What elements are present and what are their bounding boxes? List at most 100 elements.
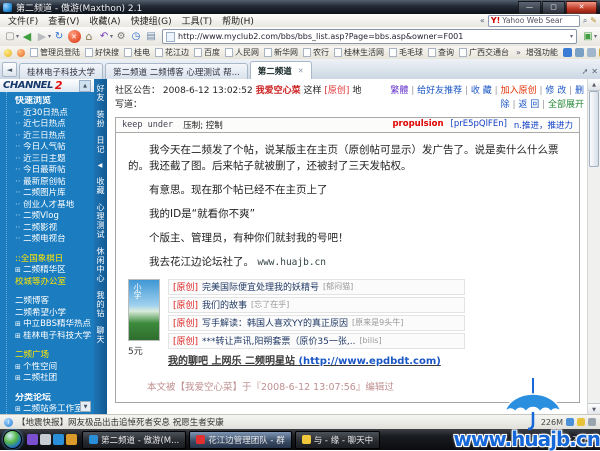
tab-close-icon[interactable]: ✕	[298, 67, 304, 75]
quick-launch-icon[interactable]	[53, 434, 64, 445]
post-author[interactable]: 我爱空心菜	[256, 86, 301, 96]
plugin-icon[interactable]	[586, 48, 596, 57]
sidebar-item[interactable]: 二频影视	[15, 223, 92, 235]
tray-network-icon[interactable]	[542, 435, 551, 444]
sidebar-item[interactable]: 二频图片库	[15, 188, 92, 200]
menu-item[interactable]: 收藏(A)	[84, 14, 125, 27]
panel-tab[interactable]: 收藏	[95, 177, 106, 195]
sidebar-item[interactable]: 近30日热点	[15, 108, 92, 120]
panels-icon[interactable]: ▤	[144, 29, 158, 44]
menu-item[interactable]: 工具(T)	[177, 14, 218, 27]
back-icon[interactable]: ◀	[20, 29, 34, 44]
taskbar-clock[interactable]: 6:24 PM	[565, 435, 595, 444]
sidebar-item[interactable]: 近三日热点	[15, 131, 92, 143]
vertical-scrollbar[interactable]: ▲ ▼	[587, 79, 600, 415]
stop-icon[interactable]: ✕	[67, 30, 81, 43]
panel-tab[interactable]: 装扮	[95, 110, 106, 128]
tab-guilin-university[interactable]: 桂林电子科技大学	[19, 63, 104, 79]
close-tab-icon[interactable]: ✕	[591, 67, 598, 76]
task-button[interactable]: 第二频道 - 傲游(M...	[82, 430, 187, 449]
tab-scroll-left-icon[interactable]: ◄	[2, 62, 17, 77]
home-icon[interactable]: ⌂	[82, 29, 96, 44]
task-button[interactable]: 与 - 缘 - 聊天中	[294, 430, 381, 449]
undo-icon[interactable]: ↶	[97, 29, 111, 44]
tools-icon[interactable]: ⚙	[114, 29, 128, 44]
bookmark-item[interactable]: 人民网	[225, 47, 259, 58]
quick-launch-icon[interactable]	[27, 434, 38, 445]
post-action-link[interactable]: 给好友推荐	[417, 86, 471, 96]
menu-item[interactable]: 文件(F)	[3, 14, 43, 27]
sidebar-scroll-up-icon[interactable]: ▲	[79, 79, 91, 92]
post-action-link[interactable]: 收 藏	[471, 86, 501, 96]
sidebar-item[interactable]: 最新原创帖	[15, 177, 92, 189]
history-icon[interactable]: ◷	[129, 29, 143, 44]
post-action-link[interactable]: 加入原创	[501, 86, 546, 96]
sidebar-item[interactable]: 二频电视台	[15, 234, 92, 246]
tab-channel2-active[interactable]: 第二频道 ✕	[249, 61, 312, 79]
sidebar-item[interactable]: 近三日主题	[15, 154, 92, 166]
panel-tab[interactable]: ◀	[98, 162, 104, 169]
sidebar-item[interactable]: 今日最新帖	[15, 165, 92, 177]
signature-link-row[interactable]: [原创] 完美国际便宜处理我的妖精号 [郁闷猫]	[168, 278, 466, 295]
signature-link-row[interactable]: [原创] 写手解读：韩国人喜欢YY的真正原因 [原来是9头牛]	[168, 314, 466, 331]
bookmark-item[interactable]: 好快搜	[85, 47, 119, 58]
collapse-icon[interactable]: «	[480, 16, 485, 25]
task-button[interactable]: 花江边管理团队 - 群	[189, 430, 292, 449]
post-action-link[interactable]: 返 回	[518, 100, 548, 110]
bookmark-item[interactable]: 花江边	[155, 47, 189, 58]
menu-item[interactable]: 快捷组(G)	[126, 14, 177, 27]
yahoo-search-input[interactable]: Y! Yahoo Web Sear	[487, 14, 580, 27]
tray-antivirus-icon[interactable]	[531, 435, 540, 444]
new-page-icon[interactable]: ▢	[3, 29, 17, 44]
signature-bold-line[interactable]: 我的聊吧 上网乐 二频明星站 (http://www.epdbdt.com)	[168, 352, 567, 367]
status-boost-icon[interactable]	[577, 418, 585, 426]
minimize-button[interactable]: —	[518, 0, 541, 14]
address-bar[interactable]: http://www.myclub2.com/bbs/bbs_list.asp?…	[162, 29, 577, 44]
signature-link-title[interactable]: 完美国际便宜处理我的妖精号	[202, 280, 319, 293]
tab-channel2-blog[interactable]: 第二频道 二频博客 心理测试 帮...	[105, 63, 248, 79]
detach-tab-icon[interactable]: ➚	[582, 67, 589, 76]
scrollbar-thumb[interactable]	[589, 91, 599, 167]
signature-thumbnail-image[interactable]: 小学	[128, 278, 160, 341]
edit-icon[interactable]: ✎	[590, 16, 597, 25]
channel2-logo[interactable]: CHANNEL 2 ▲	[0, 79, 94, 92]
bookmark-item[interactable]: 新华网	[264, 47, 298, 58]
sidebar-item[interactable]: 二频广场	[15, 350, 92, 362]
start-button[interactable]	[3, 430, 22, 449]
menu-item[interactable]: 帮助(H)	[217, 14, 259, 27]
smiley-icon[interactable]	[4, 48, 12, 57]
bookmark-item[interactable]: 百度	[194, 47, 220, 58]
sidebar-scroll-down-icon[interactable]: ▼	[80, 401, 91, 412]
panel-tab[interactable]: 心理测试	[95, 203, 106, 239]
sidebar-item[interactable]: 二频社团	[15, 373, 92, 385]
origin-tag[interactable]: [原创]	[324, 86, 349, 96]
bookmarks-overflow-icon[interactable]: »	[516, 48, 521, 57]
post-action-link[interactable]: 全部展开	[548, 100, 584, 110]
bookmark-item[interactable]: 管理员登陆	[30, 47, 80, 58]
history-dropdown-icon[interactable]: ▾	[48, 33, 51, 40]
sidebar-item[interactable]: 二频精华区	[15, 265, 92, 277]
scroll-up-icon[interactable]: ▲	[588, 79, 600, 91]
panel-tab[interactable]: 我的钻	[95, 291, 106, 318]
sidebar-item[interactable]: ::全国象棋日	[15, 254, 92, 266]
close-button[interactable]: ✕	[566, 0, 597, 14]
post-action-link[interactable]: 修 改	[545, 86, 575, 96]
signature-link-title[interactable]: 我们的故事	[202, 298, 247, 311]
go-dropdown-icon[interactable]: ▾	[594, 33, 597, 40]
quick-launch-icon[interactable]	[40, 434, 51, 445]
sidebar-item[interactable]: 二频Vlog	[15, 211, 92, 223]
swirl-icon[interactable]	[17, 48, 25, 57]
bookmark-item[interactable]: 广西交通台	[459, 47, 509, 58]
panel-tab[interactable]: 好友	[95, 84, 106, 102]
sidebar-item[interactable]: 个性空间	[15, 362, 92, 374]
panel-tab[interactable]: 聊天	[95, 326, 106, 344]
sidebar-item[interactable]: 创业人才基地	[15, 200, 92, 212]
bookmark-item[interactable]: 毛毛球	[389, 47, 423, 58]
go-icon[interactable]: ▣	[581, 29, 595, 44]
status-proxy-icon[interactable]	[588, 418, 596, 426]
news-ticker[interactable]: 【地震快报】网友极品出击追悼死者安息 祝愿生者安康	[17, 416, 224, 428]
bookmark-item[interactable]: 查询	[428, 47, 454, 58]
bookmark-item[interactable]: 桂林生活网	[334, 47, 384, 58]
maximize-button[interactable]: ▢	[542, 0, 565, 14]
plugin-icon[interactable]	[574, 48, 584, 57]
